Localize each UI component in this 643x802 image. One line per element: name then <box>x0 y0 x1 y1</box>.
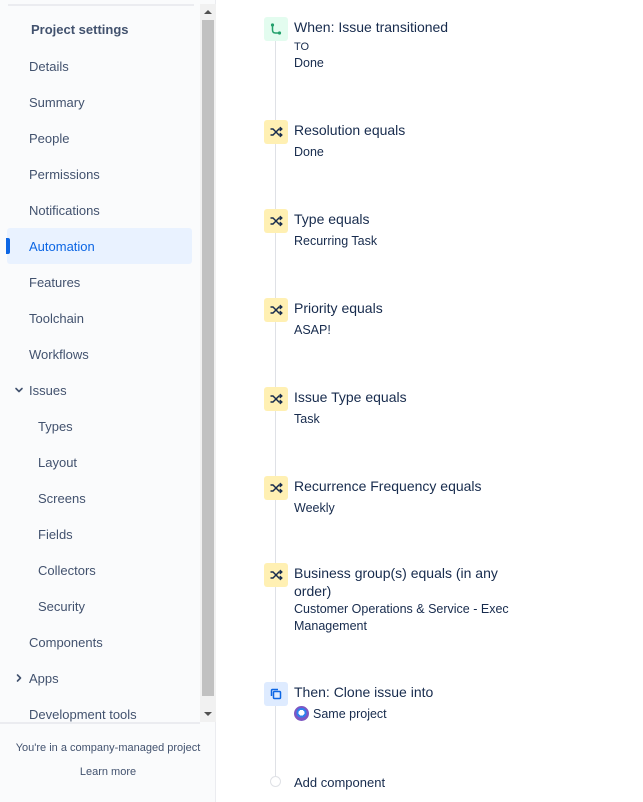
chevron-right-icon <box>14 673 24 683</box>
project-type-note: You're in a company-managed project <box>15 742 201 754</box>
project-settings-sidebar: Project settings Details Summary People … <box>0 0 216 802</box>
sidebar-item-label: Details <box>29 58 69 74</box>
condition-issue-type[interactable]: Issue Type equals Task <box>264 387 624 431</box>
sidebar-item-label: Fields <box>38 526 73 542</box>
trigger-status-value: Done <box>294 56 324 70</box>
shuffle-icon <box>264 298 288 322</box>
sidebar-item-collectors[interactable]: Collectors <box>7 552 192 588</box>
shuffle-icon <box>264 476 288 500</box>
chevron-down-icon <box>14 385 24 395</box>
copy-icon <box>264 682 288 706</box>
shuffle-icon <box>264 120 288 144</box>
action-title: Then: Clone issue into <box>294 684 434 700</box>
action-value: Same project <box>294 706 534 723</box>
scroll-down-arrow-icon[interactable] <box>200 706 216 722</box>
sidebar-item-issues[interactable]: Issues <box>7 372 192 408</box>
sidebar-item-label: Layout <box>38 454 78 470</box>
action-clone-issue[interactable]: Then: Clone issue into Same project <box>264 682 624 726</box>
condition-title: Resolution equals <box>294 122 406 138</box>
sidebar-item-label: Screens <box>38 490 86 506</box>
trigger-to-label: TO <box>294 41 310 53</box>
condition-value: ASAP! <box>294 323 331 337</box>
sidebar-item-toolchain[interactable]: Toolchain <box>7 300 192 336</box>
condition-title: Recurrence Frequency equals <box>294 478 482 494</box>
sidebar-item-apps[interactable]: Apps <box>7 660 192 696</box>
condition-resolution[interactable]: Resolution equals Done <box>264 120 624 164</box>
sidebar-item-fields[interactable]: Fields <box>7 516 192 552</box>
branch-icon <box>264 17 288 41</box>
condition-business-group[interactable]: Business group(s) equals (in any order) … <box>264 563 624 643</box>
sidebar-item-details[interactable]: Details <box>7 48 192 84</box>
sidebar-item-people[interactable]: People <box>7 120 192 156</box>
action-project-label: Same project <box>313 707 387 721</box>
condition-value: Weekly <box>294 501 335 515</box>
condition-value: Customer Operations & Service - Exec Man… <box>294 602 509 633</box>
sidebar-item-automation[interactable]: Automation <box>6 228 192 264</box>
sidebar-item-label: Automation <box>29 238 95 254</box>
add-component-button[interactable]: Add component <box>294 775 385 790</box>
sidebar-item-label: Summary <box>29 94 85 110</box>
condition-recurrence-frequency[interactable]: Recurrence Frequency equals Weekly <box>264 476 624 520</box>
sidebar-item-layout[interactable]: Layout <box>7 444 192 480</box>
condition-title: Business group(s) equals (in any order) <box>294 565 498 599</box>
condition-value: Done <box>294 145 324 159</box>
sidebar-nav: Project settings Details Summary People … <box>0 0 200 722</box>
sidebar-scrollbar[interactable] <box>200 4 216 722</box>
condition-title: Type equals <box>294 211 370 227</box>
shuffle-icon <box>264 563 288 587</box>
condition-title: Priority equals <box>294 300 383 316</box>
learn-more-link[interactable]: Learn more <box>0 766 216 778</box>
sidebar-item-permissions[interactable]: Permissions <box>7 156 192 192</box>
shuffle-icon <box>264 209 288 233</box>
condition-value: Recurring Task <box>294 234 378 248</box>
sidebar-item-label: Toolchain <box>29 310 84 326</box>
sidebar-item-types[interactable]: Types <box>7 408 192 444</box>
sidebar-item-workflows[interactable]: Workflows <box>7 336 192 372</box>
sidebar-item-label: Workflows <box>29 346 89 362</box>
sidebar-item-security[interactable]: Security <box>7 588 192 624</box>
scroll-up-arrow-icon[interactable] <box>200 4 216 20</box>
sidebar-item-components[interactable]: Components <box>7 624 192 660</box>
condition-title: Issue Type equals <box>294 389 407 405</box>
sidebar-item-label: Collectors <box>38 562 96 578</box>
trigger-component[interactable]: When: Issue transitioned TO Done <box>264 17 624 77</box>
add-component-dot <box>270 776 281 787</box>
sidebar-item-label: People <box>29 130 70 146</box>
sidebar-item-label: Notifications <box>29 202 100 218</box>
sidebar-item-notifications[interactable]: Notifications <box>7 192 192 228</box>
scrollbar-thumb[interactable] <box>202 20 214 696</box>
shuffle-icon <box>264 387 288 411</box>
trigger-title: When: Issue transitioned <box>294 19 449 35</box>
sidebar-item-label: Permissions <box>29 166 100 182</box>
sidebar-item-label: Components <box>29 634 103 650</box>
condition-type[interactable]: Type equals Recurring Task <box>264 209 624 253</box>
sidebar-footer: You're in a company-managed project Lear… <box>0 722 200 802</box>
sidebar-item-label: Types <box>38 418 73 434</box>
sidebar-item-label: Issues <box>29 382 67 398</box>
sidebar-item-summary[interactable]: Summary <box>7 84 192 120</box>
condition-priority[interactable]: Priority equals ASAP! <box>264 298 624 342</box>
project-avatar <box>294 706 309 721</box>
sidebar-item-development-tools[interactable]: Development tools <box>7 696 192 722</box>
sidebar-item-label: Security <box>38 598 85 614</box>
condition-value: Task <box>294 412 320 426</box>
sidebar-item-label: Development tools <box>29 706 137 722</box>
sidebar-item-features[interactable]: Features <box>7 264 192 300</box>
sidebar-item-screens[interactable]: Screens <box>7 480 192 516</box>
sidebar-title: Project settings <box>31 22 129 37</box>
sidebar-item-label: Features <box>29 274 81 290</box>
sidebar-item-label: Apps <box>29 670 59 686</box>
